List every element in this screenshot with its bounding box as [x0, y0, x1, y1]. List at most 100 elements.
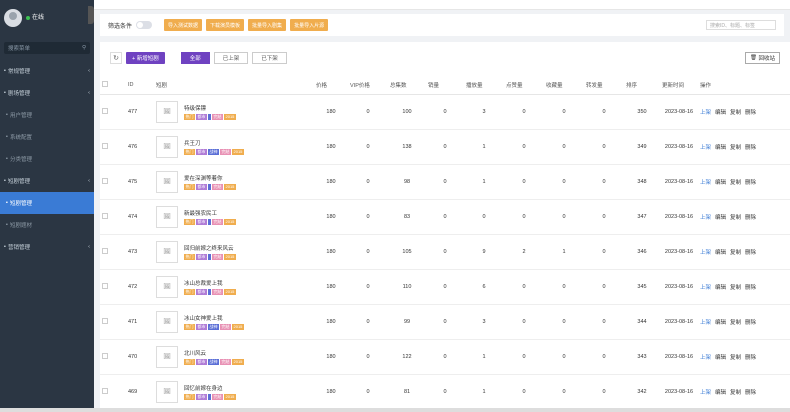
op-3-button[interactable]: 删除	[745, 318, 756, 326]
recycle-bin-button[interactable]: 🗑 回收站	[744, 52, 780, 64]
op-1-button[interactable]: 编辑	[715, 353, 726, 361]
op-1-button[interactable]: 编辑	[715, 178, 726, 186]
op-0-button[interactable]: 上架	[700, 213, 711, 221]
sidebar-item-5[interactable]: ▪ 短剧管理 ‹	[0, 170, 94, 192]
op-2-button[interactable]: 复制	[730, 318, 741, 326]
tag-badge: 战神	[208, 358, 219, 365]
sidebar-item-3[interactable]: ▪ 系统配置	[0, 126, 94, 148]
tag-badge: 完结	[212, 253, 223, 260]
row-checkbox[interactable]	[102, 247, 108, 254]
row-checkbox[interactable]	[102, 177, 108, 184]
op-2-button[interactable]: 复制	[730, 143, 741, 151]
cell-likes: 2	[504, 234, 544, 270]
cell-likes: 0	[504, 164, 544, 200]
import-episodes-button[interactable]: 批量导入剧集	[248, 19, 287, 31]
op-0-button[interactable]: 上架	[700, 248, 711, 256]
op-3-button[interactable]: 删除	[745, 283, 756, 291]
op-1-button[interactable]: 编辑	[715, 143, 726, 151]
column-header: 排序	[624, 76, 660, 95]
cell-time: 2023-08-16	[660, 339, 698, 375]
sidebar-item-7[interactable]: ▪ 短剧题材	[0, 214, 94, 236]
tab-online[interactable]: 已上架	[213, 52, 249, 64]
tab-offline[interactable]: 已下架	[252, 52, 287, 64]
sidebar-search[interactable]: 搜索菜单 ⚲	[4, 42, 90, 54]
sidebar-item-6[interactable]: ▪ 短剧管理	[0, 192, 94, 214]
op-3-button[interactable]: 删除	[745, 108, 756, 116]
column-header: ID	[126, 76, 154, 95]
op-2-button[interactable]: 复制	[730, 353, 741, 361]
drama-title: 爱在深渊等着你	[184, 175, 223, 182]
op-1-button[interactable]: 编辑	[715, 213, 726, 221]
cell-id: 476	[126, 129, 154, 165]
row-checkbox[interactable]	[102, 142, 108, 149]
sidebar-item-0[interactable]: ▪ 常规管理 ‹	[0, 60, 94, 82]
op-0-button[interactable]: 上架	[700, 388, 711, 396]
cell-sort: 350	[624, 94, 660, 130]
op-0-button[interactable]: 上架	[700, 353, 711, 361]
refresh-icon[interactable]: ↻	[110, 52, 122, 64]
op-3-button[interactable]: 删除	[745, 353, 756, 361]
op-0-button[interactable]: 上架	[700, 318, 711, 326]
op-1-button[interactable]: 编辑	[715, 283, 726, 291]
download-template-button[interactable]: 下载演员模板	[206, 19, 245, 31]
op-3-button[interactable]: 删除	[745, 213, 756, 221]
online-status: 在线	[26, 14, 44, 23]
cell-likes: 0	[504, 374, 544, 410]
op-3-button[interactable]: 删除	[745, 178, 756, 186]
row-checkbox[interactable]	[102, 282, 108, 289]
cell-sort: 343	[624, 339, 660, 375]
op-1-button[interactable]: 编辑	[715, 388, 726, 396]
op-3-button[interactable]: 删除	[745, 143, 756, 151]
cover-image-icon: 🖼	[156, 380, 178, 403]
row-checkbox[interactable]	[102, 317, 108, 324]
row-checkbox[interactable]	[102, 107, 108, 114]
op-0-button[interactable]: 上架	[700, 143, 711, 151]
cell-sort: 344	[624, 304, 660, 340]
import-sources-button[interactable]: 批量导入片源	[290, 19, 329, 31]
column-header[interactable]	[100, 76, 126, 95]
row-checkbox[interactable]	[102, 352, 108, 359]
filter-toggle[interactable]	[136, 21, 153, 29]
row-actions: 上架 编辑 复制 删除	[700, 178, 790, 186]
row-actions: 上架 编辑 复制 删除	[700, 283, 790, 291]
tag-badge: 完结	[212, 393, 223, 400]
op-0-button[interactable]: 上架	[700, 108, 711, 116]
tag-badge: 完结	[220, 323, 231, 330]
drama-table: ID 短剧 价格 VIP价格 总集数 销量 播放量 点赞量 收藏量 转发量 排序 更新时间 操作 477…	[100, 76, 790, 410]
add-drama-button[interactable]: + 新增短剧	[126, 52, 165, 64]
tag-badge: 热门	[184, 393, 195, 400]
op-2-button[interactable]: 复制	[730, 108, 741, 116]
op-1-button[interactable]: 编辑	[715, 108, 726, 116]
row-checkbox[interactable]	[102, 212, 108, 219]
op-2-button[interactable]: 复制	[730, 248, 741, 256]
sidebar-item-1[interactable]: ▪ 剧场管理 ‹	[0, 82, 94, 104]
op-1-button[interactable]: 编辑	[715, 318, 726, 326]
sidebar-item-8[interactable]: ▪ 营销管理 ‹	[0, 236, 94, 258]
sidebar-item-2[interactable]: ▪ 用户管理	[0, 104, 94, 126]
column-header: 价格	[314, 76, 348, 95]
search-input[interactable]: 搜索ID、标题、标签	[706, 20, 776, 30]
op-3-button[interactable]: 删除	[745, 248, 756, 256]
drama-title: 兵王刀	[184, 140, 201, 147]
select-all-checkbox[interactable]	[102, 80, 108, 87]
op-1-button[interactable]: 编辑	[715, 248, 726, 256]
row-checkbox[interactable]	[102, 387, 108, 394]
op-0-button[interactable]: 上架	[700, 178, 711, 186]
cell-price: 180	[314, 304, 348, 340]
op-0-button[interactable]: 上架	[700, 283, 711, 291]
drama-title: 回忆前嫁在身边	[184, 385, 223, 392]
op-2-button[interactable]: 复制	[730, 213, 741, 221]
op-2-button[interactable]: 复制	[730, 283, 741, 291]
tag-badge: 2015	[224, 218, 236, 225]
op-2-button[interactable]: 复制	[730, 178, 741, 186]
tab-all[interactable]: 全部	[180, 52, 210, 64]
op-3-button[interactable]: 删除	[745, 388, 756, 396]
import-test-button[interactable]: 导入测试数据	[164, 19, 203, 31]
horizontal-scrollbar[interactable]	[0, 408, 790, 412]
tag-badge: 都市	[196, 218, 207, 225]
toolbar: ↻ + 新增短剧 全部 已上架 已下架 🗑 回收站	[100, 46, 790, 70]
cell-sort: 348	[624, 164, 660, 200]
op-2-button[interactable]: 复制	[730, 388, 741, 396]
table-row: 473 🖼 回归前嫁之终来风云 热门 都市 完结 2015 180 0 105 0 9 2 1 0 346 20…	[100, 234, 790, 270]
sidebar-item-4[interactable]: ▪ 分类管理	[0, 148, 94, 170]
